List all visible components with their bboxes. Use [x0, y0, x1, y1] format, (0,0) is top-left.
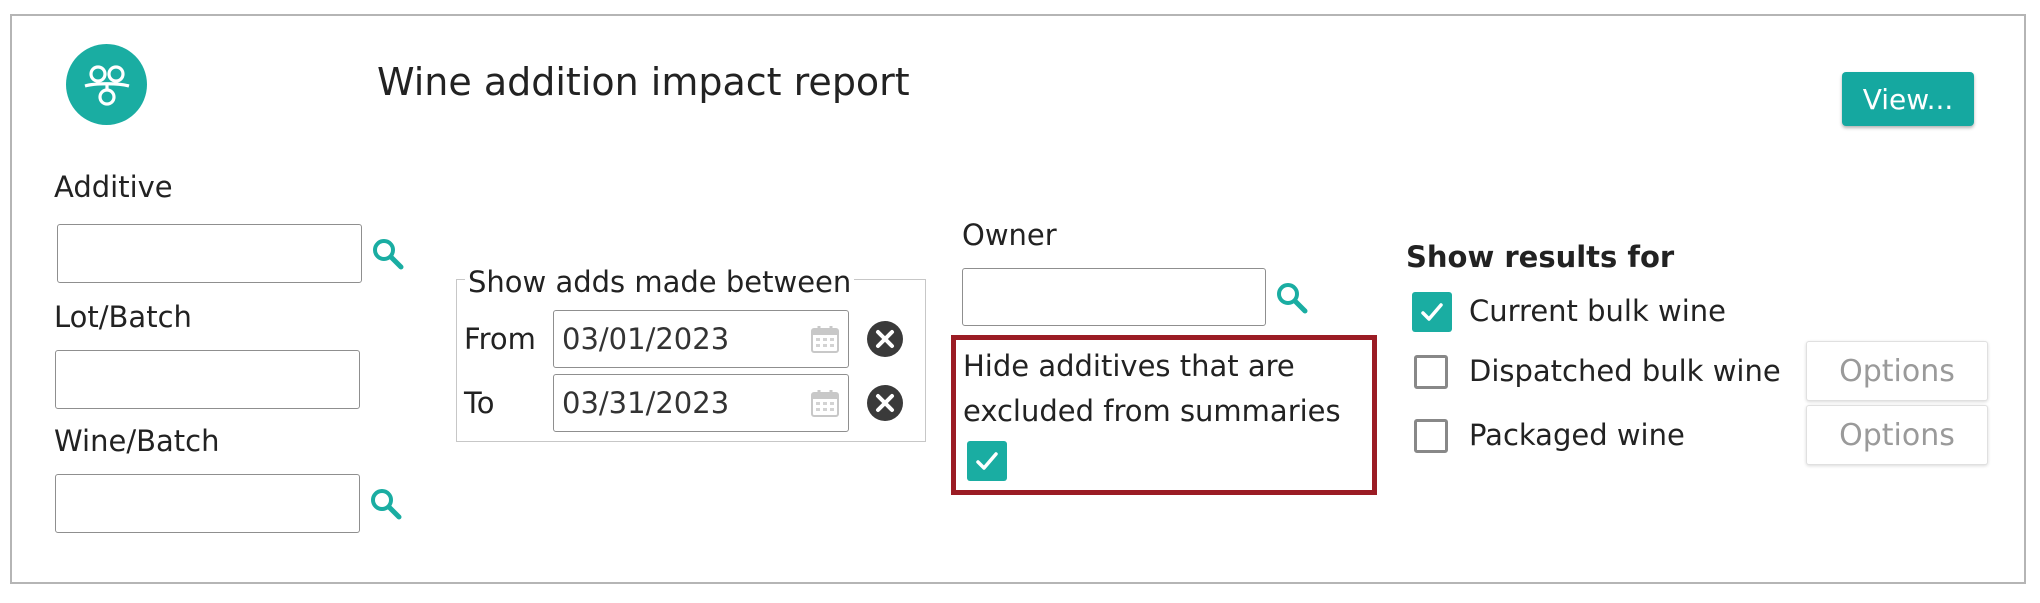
to-label: To — [464, 386, 495, 420]
dispatched-options-button[interactable]: Options — [1806, 341, 1988, 401]
packaged-wine-label: Packaged wine — [1469, 418, 1685, 452]
date-range-legend: Show adds made between — [465, 265, 855, 299]
current-bulk-wine-label: Current bulk wine — [1469, 294, 1726, 328]
lot-batch-label: Lot/Batch — [54, 300, 192, 334]
to-date-input[interactable]: 03/31/2023 — [553, 374, 849, 432]
packaged-options-button[interactable]: Options — [1806, 405, 1988, 465]
checkmark-icon — [976, 452, 998, 470]
additive-input[interactable] — [57, 224, 362, 283]
calendar-icon[interactable] — [810, 388, 840, 418]
from-date-input[interactable]: 03/01/2023 — [553, 310, 849, 368]
page-title: Wine addition impact report — [377, 60, 910, 104]
dispatched-bulk-wine-label: Dispatched bulk wine — [1469, 354, 1781, 388]
lot-batch-input[interactable] — [55, 350, 360, 409]
clear-from-date-icon[interactable] — [866, 320, 904, 358]
checkmark-icon — [1421, 303, 1443, 321]
additive-label: Additive — [54, 170, 173, 204]
show-results-title: Show results for — [1406, 240, 1675, 274]
hide-additives-checkbox[interactable] — [967, 441, 1007, 481]
packaged-wine-checkbox[interactable] — [1414, 419, 1448, 453]
clear-to-date-icon[interactable] — [866, 384, 904, 422]
from-label: From — [464, 322, 536, 356]
wine-batch-label: Wine/Batch — [54, 424, 220, 458]
hide-additives-label-line2: excluded from summaries — [963, 394, 1341, 428]
dispatched-bulk-wine-checkbox[interactable] — [1414, 355, 1448, 389]
current-bulk-wine-checkbox[interactable] — [1412, 292, 1452, 332]
hide-additives-label-line1: Hide additives that are — [963, 349, 1295, 383]
to-date-value: 03/31/2023 — [562, 386, 730, 420]
owner-input[interactable] — [962, 268, 1266, 326]
wine-batch-input[interactable] — [55, 474, 360, 533]
owner-search-icon[interactable] — [1274, 280, 1310, 316]
app-logo — [66, 44, 147, 125]
additive-search-icon[interactable] — [370, 236, 406, 272]
grape-logo-icon — [84, 64, 129, 106]
view-button[interactable]: View... — [1842, 72, 1974, 126]
hide-additives-label: Hide additives that are excluded from su… — [963, 344, 1373, 434]
owner-label: Owner — [962, 218, 1057, 252]
from-date-value: 03/01/2023 — [562, 322, 730, 356]
wine-batch-search-icon[interactable] — [368, 486, 404, 522]
calendar-icon[interactable] — [810, 324, 840, 354]
